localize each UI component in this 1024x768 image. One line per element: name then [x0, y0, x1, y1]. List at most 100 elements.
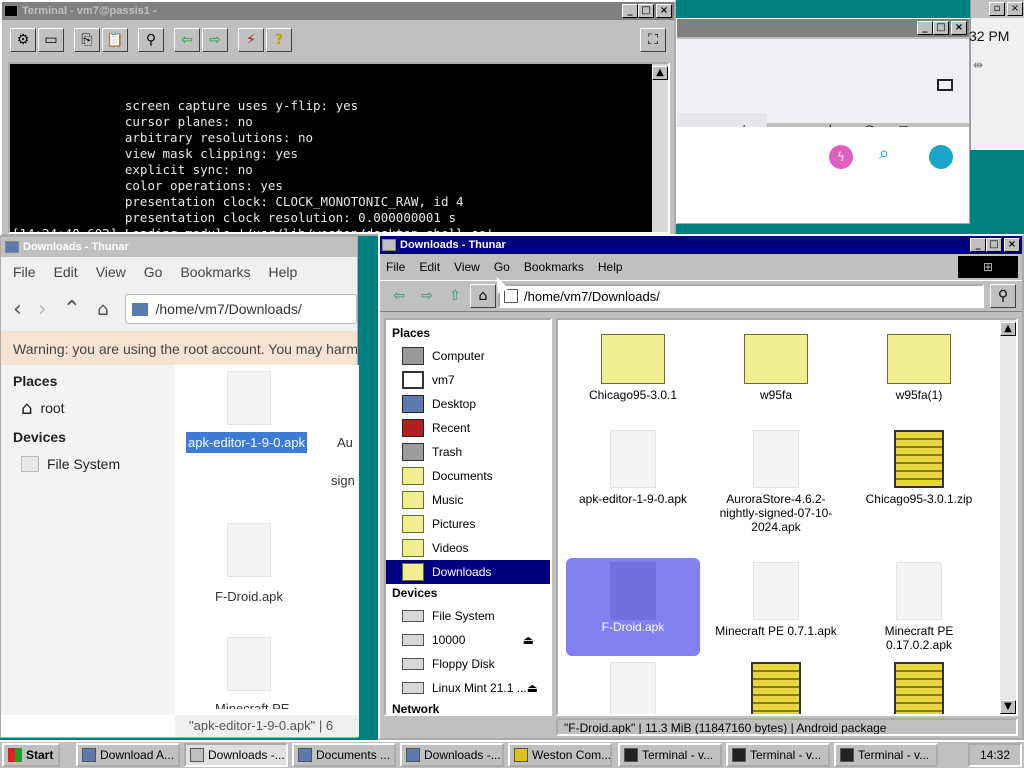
close-button[interactable]: ×	[1007, 2, 1023, 16]
archive-icon[interactable]	[751, 662, 801, 714]
back-arrow-icon[interactable]: ⇦	[174, 28, 200, 52]
file-view-scrollbar[interactable]: ▲ ▼	[1000, 320, 1016, 714]
maximize-button[interactable]: □	[638, 4, 654, 18]
menu-item-edit[interactable]: Edit	[419, 260, 440, 274]
find-icon[interactable]: ⚲	[138, 28, 164, 52]
tab-list-icon[interactable]	[937, 79, 953, 91]
file-icon[interactable]	[610, 662, 656, 714]
menu-item-bookmarks[interactable]: Bookmarks	[180, 264, 250, 280]
folder-item[interactable]: Chicago95-3.0.1	[566, 330, 700, 426]
home-icon[interactable]: ⌂	[97, 299, 108, 320]
taskbar-item[interactable]: Weston Com...	[508, 743, 612, 767]
forward-arrow-icon[interactable]: ⇨	[202, 28, 228, 52]
window-icon[interactable]: ▭	[38, 28, 64, 52]
fullscreen-icon[interactable]: ⛶	[640, 28, 666, 52]
sidebar-item-linux-mint-21-1[interactable]: Linux Mint 21.1 ... ⏏	[386, 676, 550, 700]
folder-item[interactable]: w95fa(1)	[852, 330, 986, 426]
terminal-screen[interactable]: screen capture uses y-flip: yes cursor p…	[8, 62, 670, 234]
bolt-icon[interactable]: ϟ	[829, 145, 853, 169]
maximize-button[interactable]: □	[933, 21, 949, 35]
terminal-scrollbar[interactable]: ▲	[652, 64, 668, 232]
file-label-apk-editor[interactable]: apk-editor-1-9-0.apk	[186, 432, 308, 453]
user-icon[interactable]	[929, 145, 953, 169]
back-arrow-icon[interactable]: ⇦	[386, 284, 412, 308]
menu-item-view[interactable]: View	[96, 264, 126, 280]
sidebar-item-10000[interactable]: 10000 ⏏	[386, 628, 550, 652]
copy-icon[interactable]: ⎘	[74, 28, 100, 52]
file-item[interactable]: apk-editor-1-9-0.apk	[566, 426, 700, 522]
file-icon[interactable]	[227, 523, 271, 577]
scroll-up-button[interactable]: ▲	[652, 66, 668, 80]
start-button[interactable]: Start	[2, 743, 60, 767]
taskbar-item[interactable]: Downloads -...	[184, 743, 288, 767]
file-icon[interactable]	[227, 637, 271, 691]
gtk-location-bar[interactable]: /home/vm7/Downloads/	[124, 294, 357, 324]
minimize-button[interactable]: _	[622, 4, 638, 18]
sidebar-item-file-system[interactable]: File System	[13, 451, 163, 477]
sidebar-item-trash[interactable]: Trash	[386, 440, 550, 464]
reset-icon[interactable]: ⚡	[238, 28, 264, 52]
sidebar-item-vm7[interactable]: vm7	[386, 368, 550, 392]
home-icon[interactable]: ⌂	[470, 284, 496, 308]
taskbar-item[interactable]: Terminal - v...	[726, 743, 830, 767]
file-icon[interactable]	[227, 371, 271, 425]
thunar95-location-bar[interactable]: /home/vm7/Downloads/	[498, 284, 984, 308]
scroll-down-button[interactable]: ▼	[1000, 700, 1016, 714]
back-icon[interactable]: ‹	[13, 297, 22, 322]
menu-item-file[interactable]: File	[13, 264, 36, 280]
sidebar-item-floppy-disk[interactable]: Floppy Disk	[386, 652, 550, 676]
file-label-fdroid[interactable]: F-Droid.apk	[215, 589, 283, 604]
file-label-aurora[interactable]: Au	[337, 435, 353, 450]
forward-arrow-icon[interactable]: ⇨	[414, 284, 440, 308]
menu-item-edit[interactable]: Edit	[54, 264, 78, 280]
archive-item[interactable]: Chicago95-3.0.1.zip	[852, 426, 986, 522]
close-button[interactable]: ×	[1004, 238, 1020, 252]
archive-icon[interactable]	[894, 662, 944, 714]
sidebar-item-root[interactable]: ⌂ root	[13, 395, 163, 421]
menu-item-help[interactable]: Help	[598, 260, 623, 274]
up-arrow-icon[interactable]: ⇧	[442, 284, 468, 308]
menu-item-file[interactable]: File	[386, 260, 405, 274]
taskbar-clock[interactable]: 14:32	[968, 743, 1022, 767]
help-icon[interactable]: ?	[266, 28, 292, 52]
sidebar-item-file-system[interactable]: File System	[386, 604, 550, 628]
sidebar-item-music[interactable]: Music	[386, 488, 550, 512]
taskbar-item[interactable]: Downloads -...	[400, 743, 504, 767]
sidebar-item-computer[interactable]: Computer	[386, 344, 550, 368]
eject-icon[interactable]: ⏏	[523, 633, 534, 647]
taskbar-item[interactable]: Terminal - v...	[618, 743, 722, 767]
settings-icon[interactable]: ⚙	[10, 28, 36, 52]
taskbar-item[interactable]: Documents ...	[292, 743, 396, 767]
file-item[interactable]: F-Droid.apk	[566, 558, 700, 656]
close-button[interactable]: ×	[656, 4, 672, 18]
resize-icon[interactable]: ⇹	[973, 58, 983, 72]
restore-button[interactable]: ▫	[989, 2, 1005, 16]
sidebar-item-pictures[interactable]: Pictures	[386, 512, 550, 536]
menu-item-go[interactable]: Go	[144, 264, 163, 280]
close-button[interactable]: ×	[951, 21, 967, 35]
menu-item-bookmarks[interactable]: Bookmarks	[524, 260, 584, 274]
folder-item[interactable]: w95fa	[709, 330, 843, 426]
minimize-button[interactable]: _	[917, 21, 933, 35]
minimize-button[interactable]: _	[970, 238, 986, 252]
forward-icon[interactable]: ›	[38, 297, 47, 322]
eject-icon[interactable]: ⏏	[527, 681, 538, 695]
file-item[interactable]: AuroraStore-4.6.2-nightly-signed-07-10-2…	[709, 426, 843, 534]
taskbar-item[interactable]: Terminal - v...	[834, 743, 938, 767]
sidebar-item-downloads[interactable]: Downloads	[386, 560, 550, 584]
file-item[interactable]: Minecraft PE 0.7.1.apk	[709, 558, 843, 656]
maximize-button[interactable]: □	[986, 238, 1002, 252]
taskbar-item[interactable]: Download A...	[76, 743, 180, 767]
search-icon[interactable]: ⚲	[990, 284, 1016, 308]
menu-item-help[interactable]: Help	[269, 264, 298, 280]
sidebar-item-desktop[interactable]: Desktop	[386, 392, 550, 416]
sidebar-item-recent[interactable]: Recent	[386, 416, 550, 440]
paste-icon[interactable]: 📋	[102, 28, 128, 52]
up-icon[interactable]: ⌃	[63, 297, 81, 322]
sidebar-item-documents[interactable]: Documents	[386, 464, 550, 488]
scroll-up-button[interactable]: ▲	[1000, 322, 1016, 336]
menu-item-view[interactable]: View	[454, 260, 480, 274]
search-icon[interactable]: ⌕	[879, 143, 889, 164]
sidebar-item-videos[interactable]: Videos	[386, 536, 550, 560]
menu-item-go[interactable]: Go	[494, 260, 510, 274]
